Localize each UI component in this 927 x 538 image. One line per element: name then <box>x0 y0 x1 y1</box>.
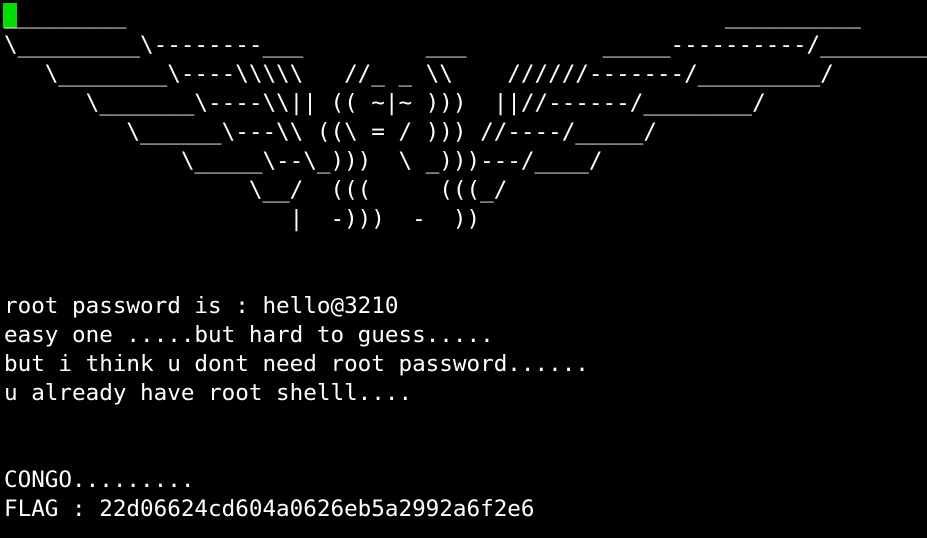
ascii-art-line: | -))) - )) <box>4 206 481 232</box>
ascii-art-line: \_____\--\_))) \ _)))---/____/ <box>4 148 603 174</box>
ascii-art-line: \________\----\\\\\ //_ _ \\ //////-----… <box>4 61 834 87</box>
ascii-art-line: \__/ ((( (((_/ <box>4 177 508 203</box>
root-password-message: root password is : hello@3210 <box>4 293 399 319</box>
ascii-art-line: \_________\--------___ ___ _____--------… <box>4 32 927 58</box>
ascii-art-line: _________ __________ <box>4 3 861 29</box>
terminal-message: easy one .....but hard to guess..... <box>4 322 494 348</box>
terminal-message: but i think u dont need root password...… <box>4 351 589 377</box>
flag-output: FLAG : 22d06624cd604a0626eb5a2992a6f2e6 <box>4 496 535 522</box>
congo-message: CONGO......... <box>4 467 195 493</box>
terminal-message: u already have root shelll.... <box>4 380 413 406</box>
ascii-art-line: \______\---\\ ((\ = / ))) //----/_____/ <box>4 119 657 145</box>
ascii-art-line: \_______\----\\|| (( ~|~ ))) ||//------/… <box>4 90 766 116</box>
terminal-window[interactable]: _________ __________ \_________\--------… <box>0 0 927 538</box>
